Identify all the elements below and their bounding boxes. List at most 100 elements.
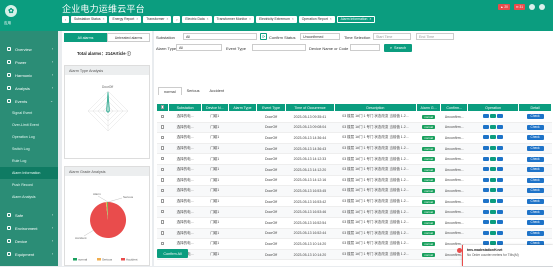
row-checkbox[interactable] xyxy=(160,178,165,182)
edit-icon[interactable] xyxy=(483,220,489,225)
close-icon[interactable]: × xyxy=(136,17,138,21)
edit-icon[interactable] xyxy=(483,135,489,140)
check-button[interactable]: Check xyxy=(526,177,544,183)
tabs-next-icon[interactable]: › xyxy=(173,15,181,23)
confirm-icon[interactable] xyxy=(490,114,496,119)
sidebar-subitem[interactable]: Switch Log xyxy=(0,143,58,155)
page-tab[interactable]: Electric Data × xyxy=(182,15,212,23)
table-row[interactable]: 选择的电... 门磁1 DoorOff 2023-05-13 14:36:43 03 楼… xyxy=(156,143,552,155)
check-button[interactable]: Check xyxy=(526,209,544,215)
select-all-header[interactable] xyxy=(155,103,170,112)
sidebar-item[interactable]: Safe › xyxy=(0,210,58,220)
delete-icon[interactable] xyxy=(497,114,503,119)
sidebar-subitem[interactable]: Signal Event xyxy=(0,107,58,119)
event-type-select[interactable] xyxy=(252,44,306,51)
search-button[interactable]: ⌕ Search xyxy=(384,44,412,52)
settings-icon[interactable] xyxy=(539,4,545,10)
sidebar-item[interactable]: Device › xyxy=(0,236,58,246)
table-row[interactable]: 选择的电... 门磁1 DoorOff 2023-05-13 09:35:41 03 楼… xyxy=(156,111,552,123)
table-row[interactable]: 选择的电... 门磁1 DoorOff 2023-05-13 09:08:04 03 楼… xyxy=(156,122,552,134)
table-row[interactable]: 选择的电... 门磁1 DoorOff 2023-05-13 16:53:45 03 楼… xyxy=(156,185,552,197)
app-logo[interactable]: ✿ xyxy=(5,5,17,17)
close-icon[interactable]: × xyxy=(167,17,169,21)
edit-icon[interactable] xyxy=(483,156,489,161)
delete-icon[interactable] xyxy=(497,209,503,214)
close-icon[interactable]: × xyxy=(249,17,251,21)
page-tab[interactable]: Electricity Extremum × xyxy=(256,15,297,23)
tab-accident[interactable]: Accident xyxy=(204,87,229,95)
confirm-icon[interactable] xyxy=(490,124,496,129)
close-icon[interactable]: × xyxy=(369,17,371,21)
end-time-input[interactable]: End Time xyxy=(416,33,454,40)
delete-icon[interactable] xyxy=(497,167,503,172)
sidebar-item[interactable]: Events ⌄ xyxy=(0,96,58,106)
sidebar-item[interactable]: Overview › xyxy=(0,44,58,54)
alarm-type-select[interactable]: All xyxy=(176,44,222,51)
check-button[interactable]: Check xyxy=(526,135,544,141)
delete-icon[interactable] xyxy=(497,199,503,204)
close-icon[interactable]: × xyxy=(103,17,105,21)
edit-icon[interactable] xyxy=(483,167,489,172)
edit-icon[interactable] xyxy=(483,114,489,119)
row-checkbox[interactable] xyxy=(160,156,165,161)
check-button[interactable]: Check xyxy=(526,146,544,152)
confirm-icon[interactable] xyxy=(490,177,496,182)
check-button[interactable]: Check xyxy=(526,220,544,226)
row-checkbox[interactable] xyxy=(160,209,165,214)
confirm-icon[interactable] xyxy=(490,146,496,151)
sidebar-subitem[interactable]: Push Record xyxy=(0,179,58,191)
substation-select[interactable]: All xyxy=(183,33,257,40)
row-checkbox[interactable] xyxy=(160,146,165,150)
confirm-icon[interactable] xyxy=(490,188,496,193)
row-checkbox[interactable] xyxy=(160,167,165,172)
row-checkbox[interactable] xyxy=(160,135,165,140)
alert-count-badge[interactable]: ▲ 20 xyxy=(498,4,510,10)
table-row[interactable]: 选择的电... 门磁1 DoorOff 2023-05-13 14:12:16 03 楼… xyxy=(156,175,552,187)
select-all-checkbox[interactable] xyxy=(160,105,165,109)
check-button[interactable]: Check xyxy=(526,114,544,120)
row-checkbox[interactable] xyxy=(160,231,165,235)
page-tab[interactable]: Transformer Monitor × xyxy=(213,15,254,23)
notification-toast[interactable]: tms.madestationH.net No Order counter me… xyxy=(457,245,553,266)
sidebar-subitem[interactable]: Rule Log xyxy=(0,155,58,167)
legend-accident[interactable]: Accident xyxy=(126,257,138,261)
check-button[interactable]: Check xyxy=(526,230,544,236)
confirm-icon[interactable] xyxy=(490,199,496,204)
tab-untreated-alarms[interactable]: Untreated alarms xyxy=(107,33,150,42)
page-tab[interactable]: Operation Report × xyxy=(298,15,335,23)
refresh-icon[interactable]: ⟳ xyxy=(260,33,267,40)
close-icon[interactable]: × xyxy=(330,17,332,21)
sidebar-subitem[interactable]: Alarm Information xyxy=(0,167,58,179)
table-row[interactable]: 选择的电... 门磁1 DoorOff 2023-05-13 14:36:44 03 楼… xyxy=(156,132,552,144)
check-button[interactable]: Check xyxy=(526,156,544,162)
sidebar-subitem[interactable]: Operation Log xyxy=(0,131,58,143)
message-count-badge[interactable]: ✉ 31 xyxy=(513,4,525,10)
delete-icon[interactable] xyxy=(497,156,503,161)
page-tab[interactable]: Alarm Information × xyxy=(336,15,376,23)
legend-normal[interactable]: normal xyxy=(78,257,88,261)
row-checkbox[interactable] xyxy=(160,114,165,119)
tab-all-alarms[interactable]: All alarms xyxy=(64,33,107,42)
delete-icon[interactable] xyxy=(497,177,503,182)
check-button[interactable]: Check xyxy=(526,124,544,130)
edit-icon[interactable] xyxy=(483,230,489,235)
delete-icon[interactable] xyxy=(497,146,503,151)
confirm-icon[interactable] xyxy=(490,135,496,140)
edit-icon[interactable] xyxy=(483,146,489,151)
edit-icon[interactable] xyxy=(483,124,489,129)
edit-icon[interactable] xyxy=(483,209,489,214)
check-button[interactable]: Check xyxy=(526,167,544,173)
tab-serious[interactable]: Serious xyxy=(182,87,205,95)
table-row[interactable]: 选择的电... 门磁1 DoorOff 2023-05-13 16:52:44 03 楼… xyxy=(156,228,552,240)
edit-icon[interactable] xyxy=(483,188,489,193)
table-row[interactable]: 选择的电... 门磁1 DoorOff 2023-05-13 14:12:33 03 楼… xyxy=(156,153,552,165)
row-checkbox[interactable] xyxy=(160,125,165,129)
device-name-input[interactable] xyxy=(350,44,380,51)
table-row[interactable]: 选择的电... 门磁1 DoorOff 2023-05-13 16:53:46 03 楼… xyxy=(156,206,552,218)
sidebar-item[interactable]: Harmonic › xyxy=(0,70,58,80)
page-tab[interactable]: Energy Report × xyxy=(109,15,142,23)
check-button[interactable]: Check xyxy=(526,199,544,205)
row-checkbox[interactable] xyxy=(160,199,165,203)
sidebar-item[interactable]: Equipment › xyxy=(0,249,58,259)
confirm-icon[interactable] xyxy=(490,220,496,225)
